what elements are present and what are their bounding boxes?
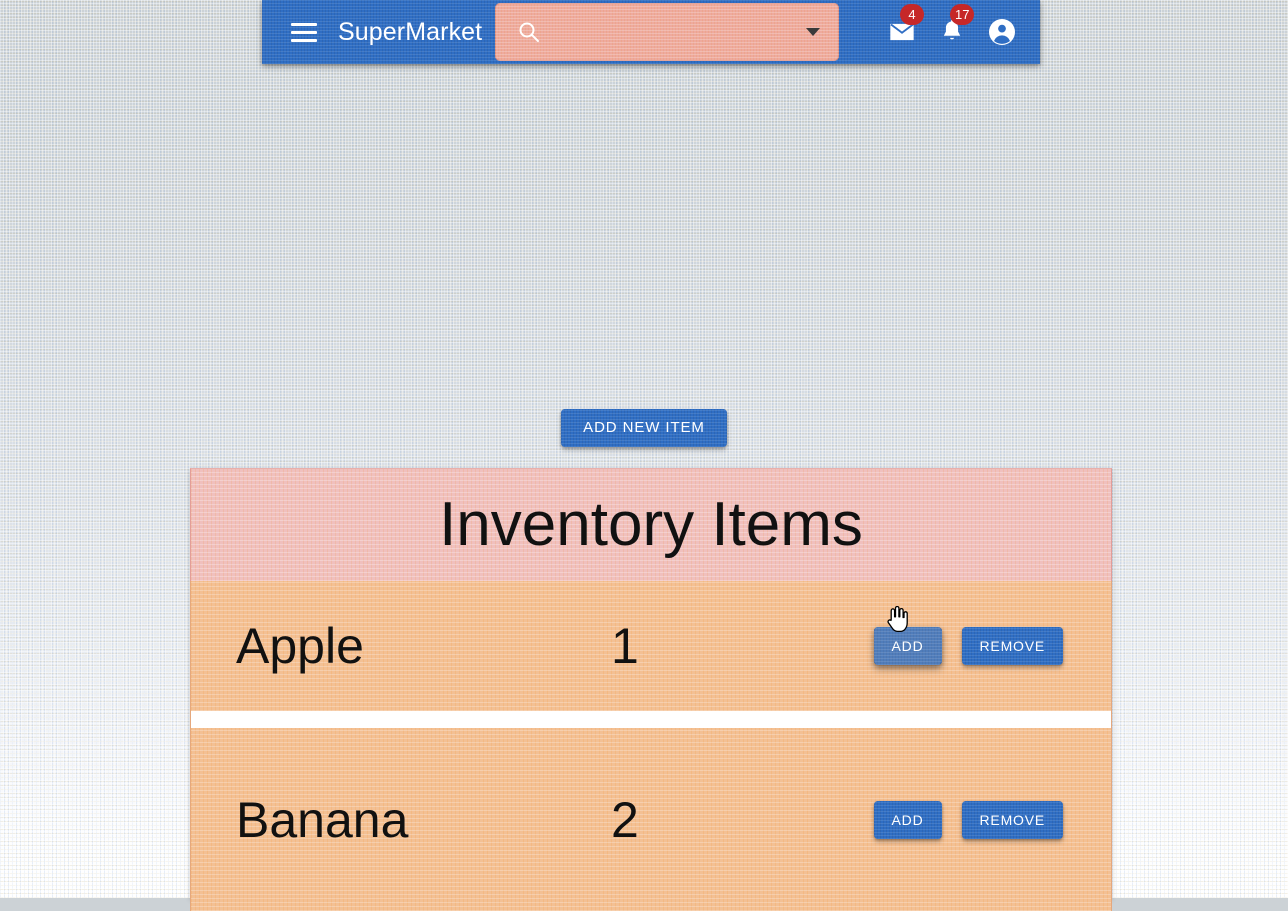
hamburger-bar <box>291 22 317 26</box>
hamburger-bar <box>291 30 317 34</box>
hamburger-menu-icon[interactable] <box>284 12 324 52</box>
add-button-label: ADD <box>891 638 924 654</box>
table-row: Apple 1 ADD REMOVE <box>190 581 1112 711</box>
remove-button-label: REMOVE <box>979 811 1045 828</box>
hamburger-bar <box>291 38 317 42</box>
remove-button[interactable]: REMOVE <box>961 800 1063 839</box>
chevron-down-icon[interactable] <box>799 18 827 46</box>
add-new-item-label: ADD NEW ITEM <box>583 419 705 436</box>
row-actions: ADD REMOVE <box>873 800 1063 839</box>
add-new-item-toolbar: ADD NEW ITEM <box>0 409 1288 447</box>
remove-button[interactable]: REMOVE <box>961 627 1063 665</box>
page-title: Inventory Items <box>439 490 863 559</box>
remove-button-label: REMOVE <box>979 638 1045 654</box>
item-name: Banana <box>236 791 409 848</box>
app-bar-actions: 4 17 <box>886 0 1018 64</box>
item-quantity: 1 <box>611 618 639 674</box>
inventory-card: Inventory Items Apple 1 ADD REMOVE Banan… <box>190 468 1112 911</box>
add-button[interactable]: ADD <box>873 627 942 665</box>
account-circle-icon[interactable] <box>986 16 1018 48</box>
search-input[interactable] <box>551 11 799 53</box>
mail-icon[interactable]: 4 <box>886 4 924 48</box>
add-new-item-button[interactable]: ADD NEW ITEM <box>561 409 727 447</box>
bell-icon[interactable]: 17 <box>936 4 975 48</box>
row-divider <box>190 711 1112 728</box>
item-quantity: 2 <box>611 791 639 848</box>
item-name: Apple <box>236 618 364 674</box>
row-actions: ADD REMOVE <box>873 627 1063 665</box>
app-bar: SuperMarket 4 17 <box>262 0 1040 64</box>
search-bar[interactable] <box>495 3 839 61</box>
add-button-label: ADD <box>891 811 924 828</box>
table-row: Banana 2 ADD REMOVE <box>190 728 1112 911</box>
notification-badge: 17 <box>950 4 975 25</box>
inventory-header: Inventory Items <box>190 468 1112 581</box>
add-button[interactable]: ADD <box>873 800 942 839</box>
app-title: SuperMarket <box>338 17 483 46</box>
search-icon <box>517 20 541 44</box>
mail-badge: 4 <box>900 4 924 25</box>
